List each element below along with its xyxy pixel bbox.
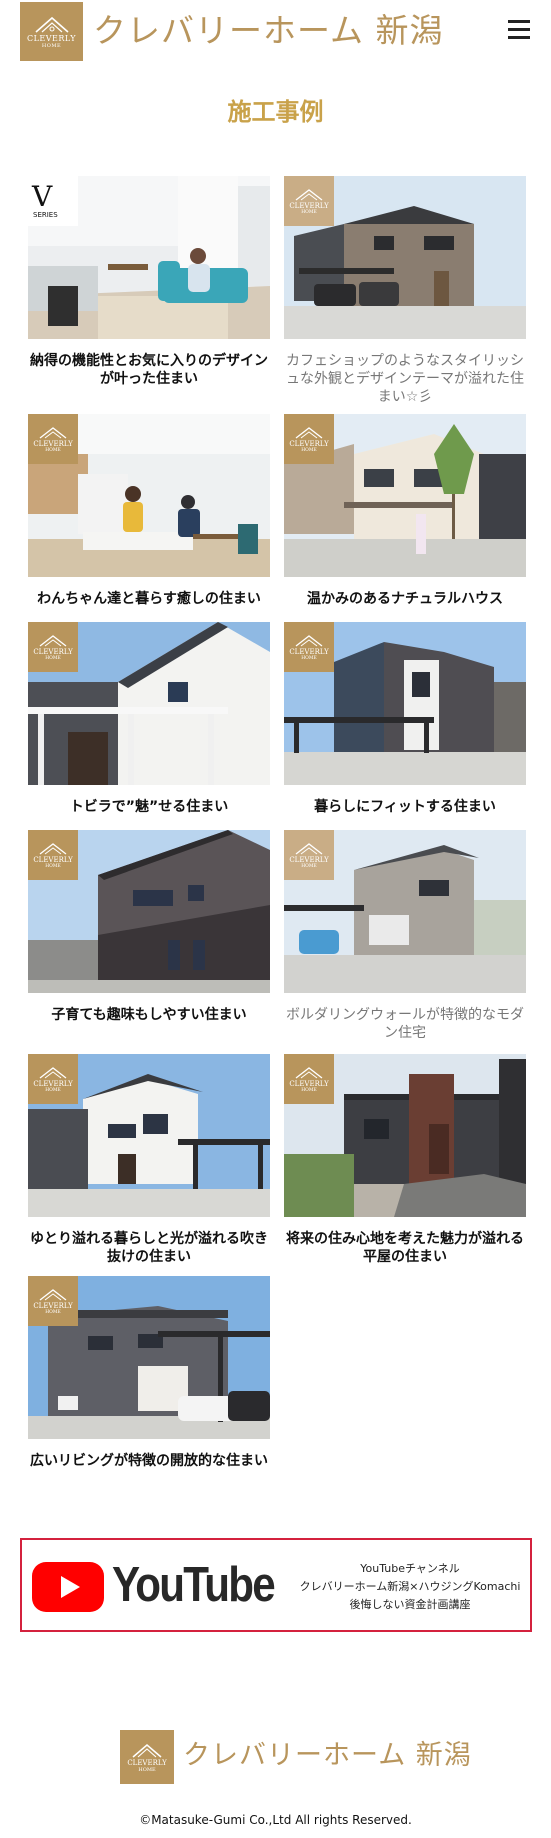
- cleverly-badge: CLEVERLY HOME: [28, 622, 78, 672]
- youtube-line-2: クレバリーホーム新潟×ハウジングKomachi: [299, 1580, 521, 1593]
- cleverly-badge: CLEVERLY HOME: [28, 1276, 78, 1326]
- badge-subtext: HOME: [301, 447, 317, 453]
- house-roof-icon: [39, 426, 67, 439]
- badge-text: CLEVERLY: [289, 439, 329, 448]
- case-photo[interactable]: CLEVERLY HOME: [28, 414, 270, 577]
- house-roof-icon: [295, 842, 323, 855]
- badge-subtext: HOME: [301, 209, 317, 215]
- cleverly-badge: CLEVERLY HOME: [284, 1054, 334, 1104]
- footer-logo-subtext: HOME: [138, 1766, 156, 1773]
- logo-subtext: HOME: [41, 43, 62, 49]
- badge-text: CLEVERLY: [33, 647, 73, 656]
- badge-subtext: HOME: [45, 655, 61, 661]
- cleverly-badge: CLEVERLY HOME: [28, 830, 78, 880]
- case-title[interactable]: カフェショップのようなスタイリッシュな外観とデザインテーマが溢れた住まい☆彡: [284, 352, 526, 406]
- case-photo[interactable]: CLEVERLY HOME: [284, 1054, 526, 1217]
- house-roof-icon: [34, 16, 69, 33]
- youtube-play-icon: [32, 1562, 104, 1612]
- case-photo[interactable]: CLEVERLY HOME: [28, 622, 270, 785]
- badge-text: CLEVERLY: [33, 439, 73, 448]
- brand-name[interactable]: クレバリーホーム 新潟: [93, 12, 444, 50]
- v-letter: V: [32, 180, 53, 213]
- footer-logo-mark: CLEVERLY HOME: [120, 1730, 174, 1784]
- cleverly-badge: CLEVERLY HOME: [28, 1054, 78, 1104]
- footer-brand-name: クレバリーホーム 新潟: [183, 1740, 472, 1771]
- case-title[interactable]: 暮らしにフィットする住まい: [284, 798, 526, 816]
- v-series-badge: V SERIES: [28, 176, 78, 226]
- cleverly-badge: CLEVERLY HOME: [284, 830, 334, 880]
- badge-subtext: HOME: [301, 655, 317, 661]
- house-roof-icon: [39, 1288, 67, 1301]
- house-roof-icon: [295, 1066, 323, 1079]
- footer-logo[interactable]: CLEVERLY HOME クレバリーホーム 新潟: [120, 1730, 471, 1784]
- house-roof-icon: [295, 634, 323, 647]
- house-roof-icon: [39, 634, 67, 647]
- header-logo[interactable]: CLEVERLY HOME: [20, 2, 83, 61]
- badge-subtext: HOME: [45, 1309, 61, 1315]
- case-title[interactable]: ゆとり溢れる暮らしと光が溢れる吹き抜けの住まい: [28, 1230, 270, 1266]
- page-title: 施工事例: [227, 98, 324, 126]
- youtube-description: YouTubeチャンネル クレバリーホーム新潟×ハウジングKomachi 後悔し…: [292, 1560, 528, 1614]
- house-roof-icon: [295, 188, 323, 201]
- house-roof-icon: [39, 1066, 67, 1079]
- badge-text: CLEVERLY: [33, 855, 73, 864]
- copyright: ©Matasuke-Gumi Co.,Ltd All rights Reserv…: [139, 1813, 412, 1827]
- case-title[interactable]: ボルダリングウォールが特徴的なモダン住宅: [284, 1006, 526, 1042]
- case-title[interactable]: 将来の住み心地を考えた魅力が溢れる平屋の住まい: [284, 1230, 526, 1266]
- youtube-wordmark: YouTube: [112, 1558, 276, 1612]
- case-photo[interactable]: CLEVERLY HOME: [284, 830, 526, 993]
- house-roof-icon: [39, 842, 67, 855]
- badge-subtext: HOME: [301, 863, 317, 869]
- case-photo[interactable]: CLEVERLY HOME: [28, 1054, 270, 1217]
- badge-subtext: HOME: [45, 447, 61, 453]
- badge-text: CLEVERLY: [289, 1079, 329, 1088]
- site-header: CLEVERLY HOME クレバリーホーム 新潟: [0, 0, 551, 62]
- case-photo[interactable]: CLEVERLY HOME: [284, 414, 526, 577]
- badge-text: CLEVERLY: [289, 647, 329, 656]
- cleverly-badge: CLEVERLY HOME: [284, 176, 334, 226]
- case-title[interactable]: 広いリビングが特徴の開放的な住まい: [28, 1452, 270, 1470]
- youtube-line-3: 後悔しない資金計画講座: [349, 1598, 471, 1611]
- case-title[interactable]: 温かみのあるナチュラルハウス: [284, 590, 526, 608]
- case-photo[interactable]: V SERIES: [28, 176, 270, 339]
- logo-text: CLEVERLY: [27, 34, 76, 43]
- house-roof-icon: [295, 426, 323, 439]
- badge-subtext: HOME: [45, 863, 61, 869]
- youtube-banner[interactable]: YouTube YouTubeチャンネル クレバリーホーム新潟×ハウジングKom…: [20, 1538, 532, 1632]
- hamburger-menu-icon[interactable]: [506, 18, 532, 42]
- badge-text: CLEVERLY: [289, 855, 329, 864]
- footer-logo-text: CLEVERLY: [127, 1758, 167, 1767]
- case-photo[interactable]: CLEVERLY HOME: [28, 1276, 270, 1439]
- cleverly-badge: CLEVERLY HOME: [28, 414, 78, 464]
- case-title[interactable]: 納得の機能性とお気に入りのデザインが叶った住まい: [28, 352, 270, 388]
- case-photo[interactable]: CLEVERLY HOME: [284, 176, 526, 339]
- case-title[interactable]: わんちゃん達と暮らす癒しの住まい: [28, 590, 270, 608]
- youtube-line-1: YouTubeチャンネル: [360, 1562, 460, 1575]
- badge-subtext: HOME: [45, 1087, 61, 1093]
- house-roof-icon: [132, 1743, 162, 1758]
- cleverly-badge: CLEVERLY HOME: [284, 414, 334, 464]
- badge-subtext: HOME: [301, 1087, 317, 1093]
- case-title[interactable]: トビラで”魅”せる住まい: [28, 798, 270, 816]
- series-label: SERIES: [33, 211, 58, 219]
- badge-text: CLEVERLY: [33, 1079, 73, 1088]
- badge-text: CLEVERLY: [33, 1301, 73, 1310]
- case-photo[interactable]: CLEVERLY HOME: [28, 830, 270, 993]
- case-photo[interactable]: CLEVERLY HOME: [284, 622, 526, 785]
- case-title[interactable]: 子育ても趣味もしやすい住まい: [28, 1006, 270, 1024]
- cleverly-badge: CLEVERLY HOME: [284, 622, 334, 672]
- badge-text: CLEVERLY: [289, 201, 329, 210]
